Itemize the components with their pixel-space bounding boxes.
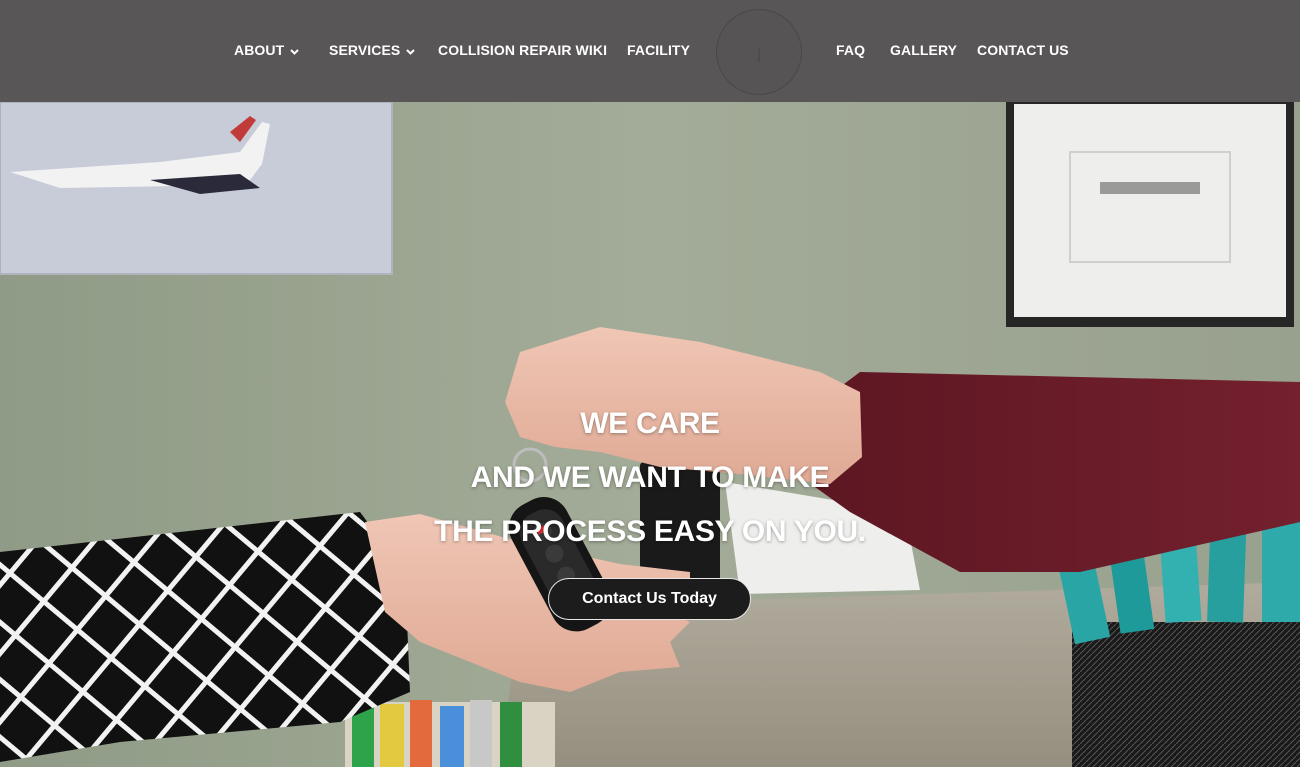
logo-mark [758, 48, 760, 62]
chevron-down-icon [290, 42, 299, 58]
nav-services-label: SERVICES [329, 42, 401, 58]
nav-faq[interactable]: FAQ [836, 42, 865, 58]
hero-headline-line-2: AND WE WANT TO MAKE [470, 461, 830, 494]
nav-gallery[interactable]: GALLERY [890, 42, 957, 58]
nav-about[interactable]: ABOUT [234, 42, 299, 59]
hero-headline-line-3: THE PROCESS EASY ON YOU. [434, 515, 866, 548]
hero-section: WE CARE AND WE WANT TO MAKE THE PROCESS … [0, 102, 1300, 767]
nav-contact-us[interactable]: CONTACT US [977, 42, 1069, 58]
chevron-down-icon [406, 42, 416, 58]
hero-headline-line-1: WE CARE [580, 407, 720, 440]
site-logo[interactable] [716, 9, 802, 95]
nav-collision-repair-wiki[interactable]: COLLISION REPAIR WIKI [438, 42, 607, 58]
contact-us-today-button[interactable]: Contact Us Today [548, 578, 751, 620]
nav-services[interactable]: SERVICES [329, 42, 416, 59]
nav-facility[interactable]: FACILITY [627, 42, 690, 58]
nav-about-label: ABOUT [234, 42, 285, 58]
site-header: ABOUT SERVICES COLLISION REPAIR WIKI FAC… [0, 0, 1300, 102]
